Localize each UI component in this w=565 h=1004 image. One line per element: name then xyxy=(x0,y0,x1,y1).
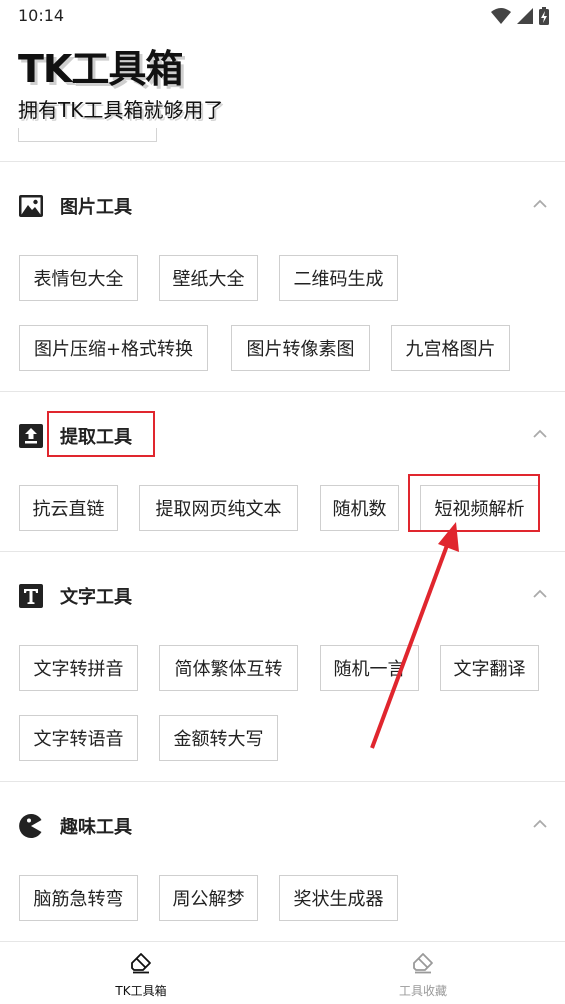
nav-label: TK工具箱 xyxy=(115,984,167,998)
status-bar: 10:14 xyxy=(0,0,565,32)
nav-label: 工具收藏 xyxy=(398,984,447,998)
battery-charging-icon xyxy=(539,7,549,25)
section-title: 图片工具 xyxy=(60,197,132,218)
app-title: TK工具箱 xyxy=(18,47,183,91)
divider xyxy=(0,391,565,392)
scrolled-chip-edge xyxy=(18,128,157,142)
wifi-icon xyxy=(491,8,511,24)
nav-tab-toolbox[interactable]: TK工具箱 xyxy=(81,942,201,1004)
tool-chip[interactable]: 简体繁体互转 xyxy=(159,645,298,691)
tool-chip[interactable]: 文字转拼音 xyxy=(19,645,138,691)
chevron-up-icon[interactable] xyxy=(531,425,549,443)
bottom-nav: TK工具箱 工具收藏 xyxy=(0,941,565,1004)
tool-chip[interactable]: 二维码生成 xyxy=(279,255,398,301)
app-subtitle: 拥有TK工具箱就够用了 xyxy=(18,98,224,122)
divider xyxy=(0,551,565,552)
tool-chip[interactable]: 脑筋急转弯 xyxy=(19,875,138,921)
tool-chip[interactable]: 奖状生成器 xyxy=(279,875,398,921)
tool-chip[interactable]: 金额转大写 xyxy=(159,715,278,761)
eraser-icon xyxy=(413,953,433,974)
eraser-icon xyxy=(131,953,151,974)
status-icons xyxy=(491,7,549,25)
section-header-image-tools[interactable]: 图片工具 xyxy=(0,181,565,229)
tool-chip[interactable]: 文字转语音 xyxy=(19,715,138,761)
pacman-icon xyxy=(19,814,42,838)
divider xyxy=(0,161,565,162)
tool-chip[interactable]: 随机一言 xyxy=(320,645,419,691)
text-t-icon xyxy=(19,584,43,608)
tool-chip[interactable]: 图片转像素图 xyxy=(231,325,370,371)
tool-chip[interactable]: 九宫格图片 xyxy=(391,325,510,371)
highlight-box xyxy=(47,411,155,457)
section-title: 趣味工具 xyxy=(60,817,132,838)
nav-tab-favorites[interactable]: 工具收藏 xyxy=(363,942,483,1004)
tool-chip[interactable]: 提取网页纯文本 xyxy=(139,485,298,531)
tool-chip[interactable]: 表情包大全 xyxy=(19,255,138,301)
tool-chip[interactable]: 周公解梦 xyxy=(159,875,258,921)
app-header: TK工具箱 拥有TK工具箱就够用了 xyxy=(0,32,565,137)
status-time: 10:14 xyxy=(18,6,65,25)
divider xyxy=(0,781,565,782)
image-icon xyxy=(19,195,43,217)
tool-chip[interactable]: 抗云直链 xyxy=(19,485,118,531)
chevron-up-icon[interactable] xyxy=(531,815,549,833)
upload-icon xyxy=(19,424,43,448)
section-title: 文字工具 xyxy=(60,587,132,608)
tool-chip[interactable]: 文字翻译 xyxy=(440,645,539,691)
tool-chip[interactable]: 壁纸大全 xyxy=(159,255,258,301)
chevron-up-icon[interactable] xyxy=(531,585,549,603)
cellular-signal-icon xyxy=(517,8,533,24)
highlight-box xyxy=(408,474,540,532)
section-header-text-tools[interactable]: 文字工具 xyxy=(0,571,565,619)
chevron-up-icon[interactable] xyxy=(531,195,549,213)
tool-chip[interactable]: 随机数 xyxy=(320,485,399,531)
tool-chip[interactable]: 图片压缩+格式转换 xyxy=(19,325,208,371)
section-header-fun-tools[interactable]: 趣味工具 xyxy=(0,801,565,849)
